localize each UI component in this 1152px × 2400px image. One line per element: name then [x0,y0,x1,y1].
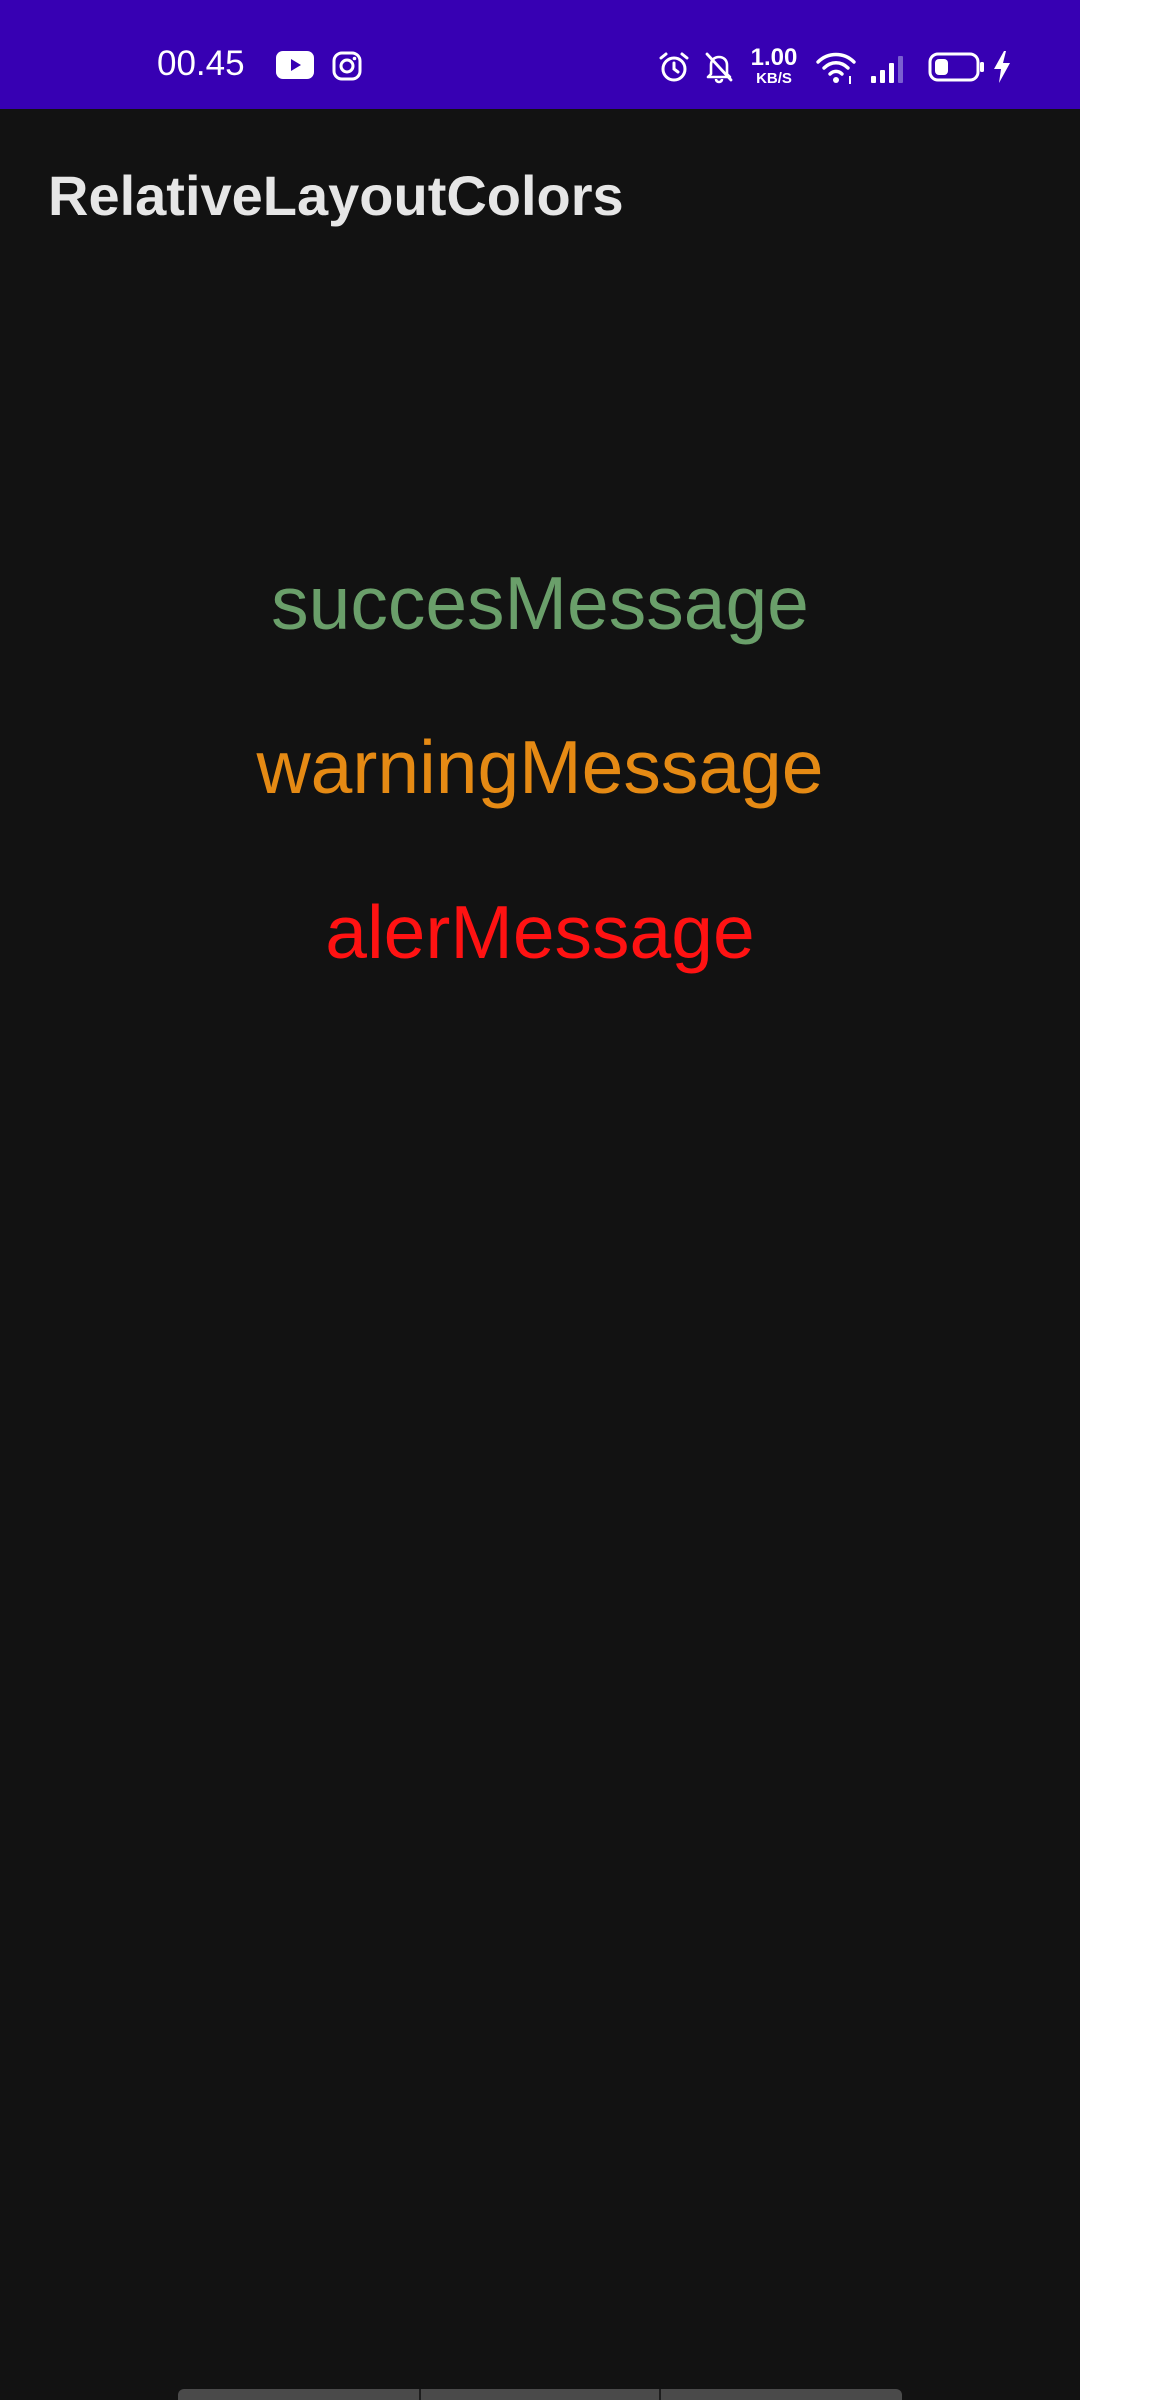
app-title: RelativeLayoutColors [48,164,624,227]
warning-message: warningMessage [256,725,824,809]
network-speed-unit: KB/S [756,70,792,87]
alarm-icon [659,52,689,82]
instagram-icon [332,51,362,81]
wifi-icon [816,52,856,84]
status-bar: 00.45 1.00 KB/S [0,0,1080,109]
navigation-gesture-bar[interactable] [178,2389,902,2400]
charging-icon [994,51,1010,83]
nav-bar-divider [659,2389,661,2400]
status-time: 00.45 [157,44,245,83]
network-speed-value: 1.00 [750,44,798,71]
nav-bar-divider [419,2389,421,2400]
alert-message: alerMessage [325,890,755,974]
battery-icon [928,52,984,82]
app-screen: 00.45 1.00 KB/S RelativeLayoutColors suc… [0,0,1080,2400]
success-message: succesMessage [271,561,809,645]
youtube-icon [276,51,314,79]
bell-off-icon [705,52,733,84]
network-speed: 1.00 KB/S [748,44,800,87]
signal-icon [871,56,903,83]
